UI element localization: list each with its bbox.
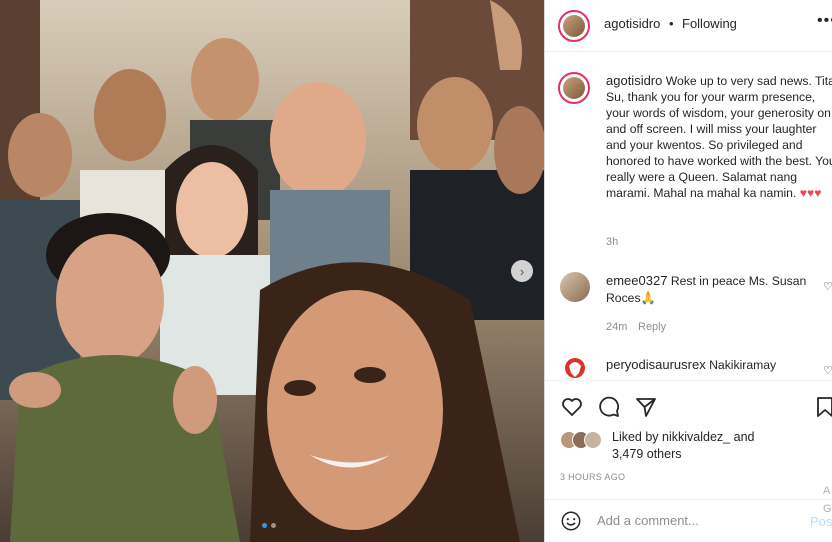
caption-age: 3h [606,236,619,248]
comment-username[interactable]: peryodisaurusrex [606,357,706,372]
likes-summary: Liked by nikkivaldez_ and 3,479 others [612,429,754,463]
heart-emoji: ♥♥♥ [799,186,822,200]
activate-watermark: A G [823,482,832,518]
carousel-dot [262,523,267,528]
post-timestamp[interactable]: 3 HOURS AGO [560,472,625,482]
comment-like-heart-icon[interactable]: ♡ [823,280,832,293]
comment-icon[interactable] [597,395,621,419]
caption-author-avatar[interactable] [558,72,590,104]
comment-username[interactable]: emee0327 [606,273,667,288]
carousel-next-icon[interactable]: › [511,260,533,282]
bookmark-icon[interactable] [813,395,832,419]
comment-input[interactable] [597,513,777,528]
liker-username[interactable]: nikkivaldez_ [662,430,730,444]
comment-item: peryodisaurusrex Nakikiramay [606,356,832,374]
likes-count[interactable]: 3,479 others [612,447,682,461]
post-photo[interactable]: › [0,0,544,542]
carousel-dot [271,523,276,528]
author-username[interactable]: agotisidro [604,16,660,31]
liker-avatar [584,431,602,449]
comment-age: 24m [606,321,628,333]
post-sidebar: agotisidro • Following ••• agotisidro Wo… [544,0,832,542]
likes-prefix: Liked by [612,430,659,444]
heart-icon[interactable] [560,395,584,419]
watermark-line1: A [823,485,831,497]
carousel-indicator [262,523,276,528]
comment-item: emee0327 Rest in peace Ms. Susan Roces🙏 [606,272,832,307]
likes-connector: and [733,430,755,444]
author-avatar[interactable] [558,10,590,42]
share-icon[interactable] [634,395,658,419]
comment-bar: Post [545,499,832,542]
post-header: agotisidro • Following ••• [545,0,832,52]
rebel-logo-icon [565,358,585,378]
group-selfie-image [0,0,544,542]
caption-username[interactable]: agotisidro [606,73,662,88]
comment-like-heart-icon[interactable]: ♡ [823,364,832,377]
commenter-avatar[interactable] [560,272,590,302]
separator-dot: • [669,16,674,31]
post-caption: agotisidro Woke up to very sad news. Tit… [606,73,832,201]
watermark-line2: G [823,503,832,515]
emoji-icon[interactable] [560,510,582,532]
more-icon[interactable]: ••• [817,12,832,30]
comment-text: Nakikiramay [709,358,777,372]
reply-button[interactable]: Reply [638,321,666,333]
following-button[interactable]: Following [682,16,737,31]
commenter-avatar[interactable] [560,353,590,383]
caption-text: Woke up to very sad news. Tita Su, thank… [606,74,832,200]
